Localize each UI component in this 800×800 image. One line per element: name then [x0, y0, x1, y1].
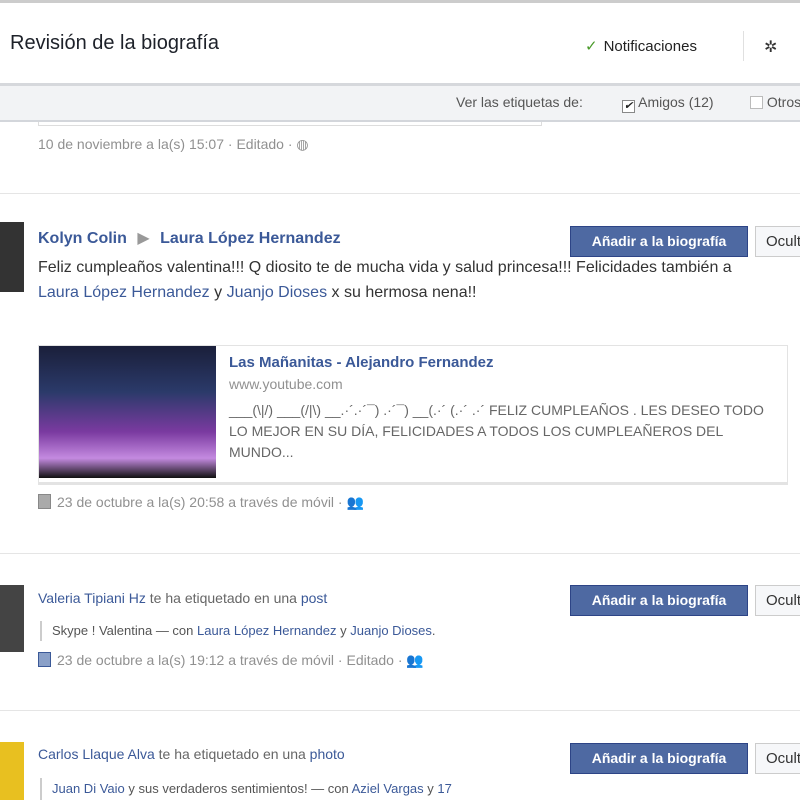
hide-button[interactable]: Ocultar	[755, 743, 800, 774]
text: x su hermosa nena!!	[327, 284, 477, 301]
mention-link[interactable]: Juanjo Dioses	[350, 623, 432, 638]
post-header: Carlos Llaque Alva te ha etiquetado en u…	[38, 746, 345, 762]
author-link[interactable]: Kolyn Colin	[38, 230, 127, 247]
friends-icon: 👥	[346, 494, 364, 510]
post-meta: 23 de octubre a la(s) 20:58 a través de …	[38, 494, 364, 511]
divider	[0, 193, 800, 194]
timestamp[interactable]: 23 de octubre a la(s) 20:58 a través de …	[57, 494, 343, 510]
friends-icon: 👥	[406, 652, 424, 668]
notifications-button[interactable]: ✓ Notificaciones	[585, 37, 697, 55]
divider	[0, 710, 800, 711]
text: y sus verdaderos sentimientos! — con	[124, 781, 352, 796]
add-to-timeline-button[interactable]: Añadir a la biografía	[570, 226, 748, 257]
post-quote: Skype ! Valentina — con Laura López Hern…	[40, 621, 436, 641]
text: .	[431, 623, 436, 638]
link-url: www.youtube.com	[229, 376, 343, 392]
mention-link[interactable]: Laura López Hernandez	[197, 623, 337, 638]
link-preview[interactable]: Las Mañanitas - Alejandro Fernandez www.…	[38, 345, 788, 485]
post-header: Kolyn Colin ▶ Laura López Hernandez	[38, 228, 341, 248]
link-description: ___(\|/) ___(/|\) __.·´.·´¯) .·´¯) __(.·…	[229, 402, 764, 460]
avatar[interactable]	[0, 585, 24, 652]
filter-label: Ver las etiquetas de:	[456, 94, 583, 110]
hide-button[interactable]: Ocultar	[755, 226, 800, 257]
gear-icon[interactable]: ✲	[764, 37, 777, 57]
mention-link[interactable]: Juan Di Vaio	[52, 781, 125, 796]
arrow-right-icon: ▶	[137, 230, 150, 247]
tag-filter-bar: Ver las etiquetas de: ✔ Amigos (12) Otro…	[0, 86, 800, 122]
mobile-icon	[38, 494, 51, 509]
text: y	[336, 623, 351, 638]
text: Feliz cumpleaños valentina!!! Q diosito …	[38, 259, 732, 276]
text: Skype ! Valentina — con	[52, 623, 198, 638]
text: te ha etiquetado en una	[154, 746, 310, 762]
author-link[interactable]: Carlos Llaque Alva	[38, 746, 155, 762]
author-link[interactable]: Valeria Tipiani Hz	[38, 590, 146, 606]
target-link[interactable]: Laura López Hernandez	[160, 230, 340, 247]
others-checkbox[interactable]: Otros	[750, 94, 800, 110]
add-to-timeline-button[interactable]: Añadir a la biografía	[570, 743, 748, 774]
previous-post-box	[38, 122, 542, 126]
video-thumbnail[interactable]	[39, 346, 216, 478]
hide-button[interactable]: Ocultar	[755, 585, 800, 616]
post-quote: Juan Di Vaio y sus verdaderos sentimient…	[40, 778, 452, 800]
add-to-timeline-button[interactable]: Añadir a la biografía	[570, 585, 748, 616]
mention-link[interactable]: Juanjo Dioses	[227, 284, 328, 301]
friends-checkbox[interactable]: ✔ Amigos (12)	[622, 94, 714, 113]
timestamp: 10 de noviembre a la(s) 15:07 · Editado …	[38, 136, 293, 152]
text: y	[209, 284, 227, 301]
avatar[interactable]	[0, 222, 24, 292]
post-meta: 23 de octubre a la(s) 19:12 a través de …	[38, 652, 424, 669]
object-link[interactable]: post	[301, 590, 327, 606]
object-link[interactable]: photo	[310, 746, 345, 762]
divider	[743, 31, 744, 61]
mention-link[interactable]: Aziel Vargas	[352, 781, 424, 796]
post-text: Feliz cumpleaños valentina!!! Q diosito …	[38, 255, 758, 305]
timestamp[interactable]: 23 de octubre a la(s) 19:12 a través de …	[57, 652, 403, 668]
checkbox-icon	[750, 96, 763, 109]
globe-icon: ◍	[296, 136, 309, 152]
mention-link[interactable]: Laura López Hernandez	[38, 284, 210, 301]
checkbox-checked-icon: ✔	[622, 100, 635, 113]
text: y	[423, 781, 438, 796]
previous-post-meta: 10 de noviembre a la(s) 15:07 · Editado …	[38, 136, 309, 153]
page-title: Revisión de la biografía	[10, 32, 220, 54]
link-title[interactable]: Las Mañanitas - Alejandro Fernandez	[229, 354, 494, 371]
divider	[0, 553, 800, 554]
check-icon: ✓	[585, 38, 598, 55]
others-count-link[interactable]: 17	[437, 781, 451, 796]
others-label: Otros	[766, 94, 800, 110]
friends-label: Amigos (12)	[638, 94, 714, 110]
text: te ha etiquetado en una	[145, 590, 301, 606]
notifications-label: Notificaciones	[603, 38, 697, 55]
post-header: Valeria Tipiani Hz te ha etiquetado en u…	[38, 590, 327, 606]
header: Revisión de la biografía ✓ Notificaciones…	[0, 0, 800, 86]
mobile-icon	[38, 652, 51, 667]
avatar[interactable]	[0, 742, 24, 800]
